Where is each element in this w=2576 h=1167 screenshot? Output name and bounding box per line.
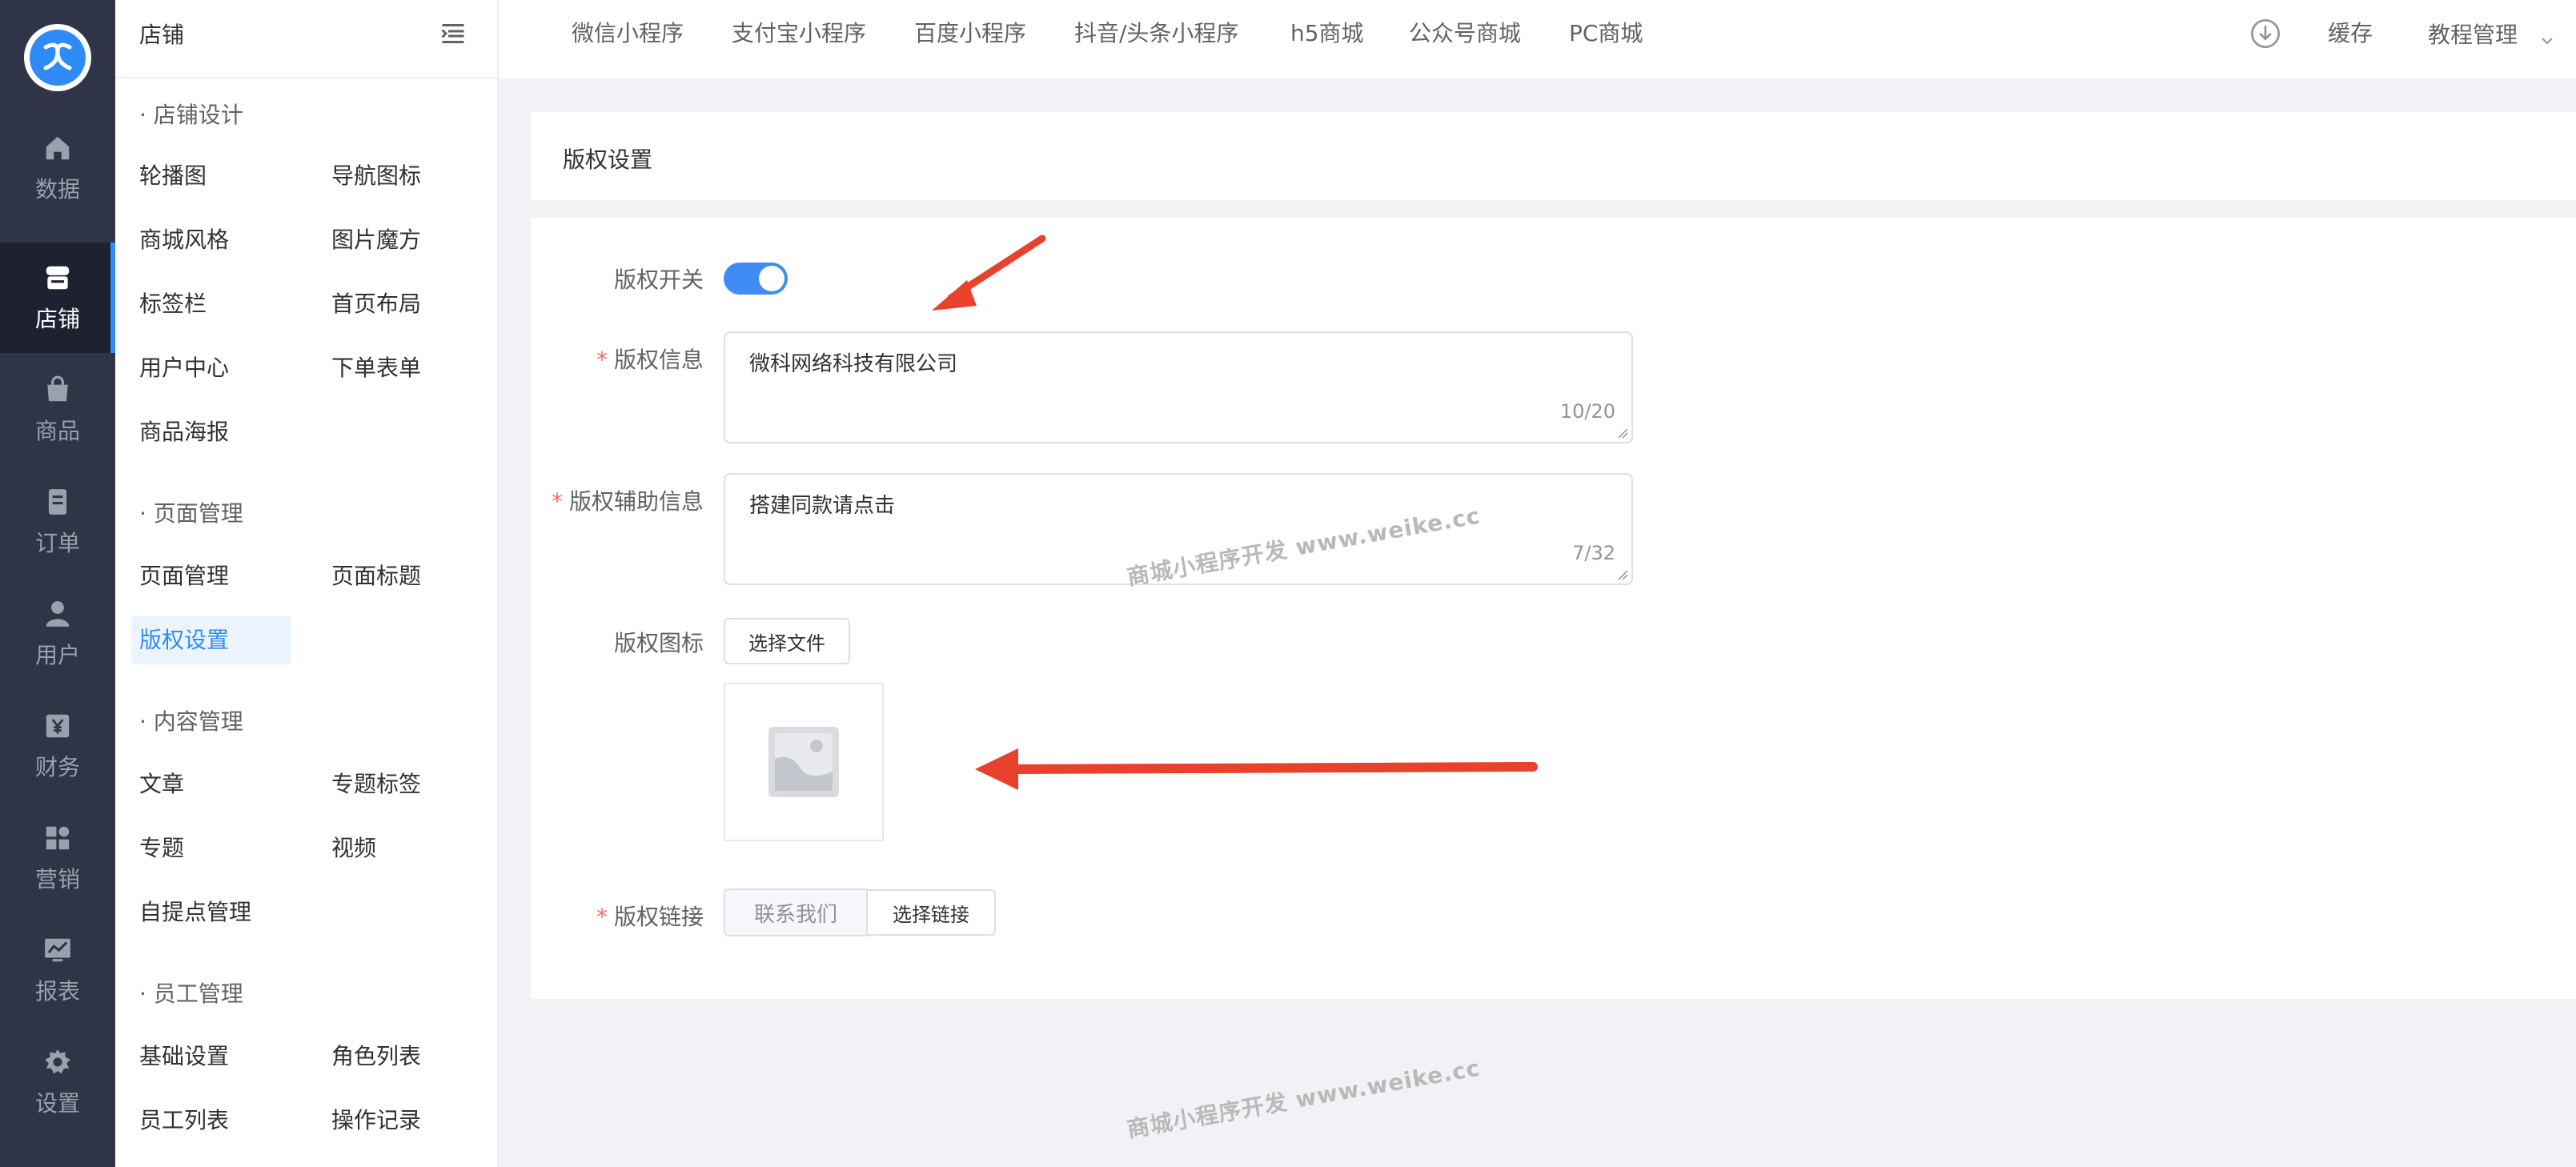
menu-item[interactable]: 用户中心	[131, 344, 229, 392]
yen-icon	[42, 710, 74, 742]
menu-item[interactable]: 文章	[131, 760, 184, 808]
annotation-arrow-icon	[975, 748, 1538, 790]
document-icon	[42, 486, 74, 518]
menu-item-copyright-active[interactable]: 版权设置	[131, 616, 291, 664]
char-count: 10/20	[1559, 400, 1615, 423]
image-placeholder-icon	[768, 727, 839, 797]
resize-handle-icon[interactable]	[1617, 427, 1628, 439]
rail-item-goods[interactable]: 商品	[0, 355, 115, 465]
user-menu[interactable]: 教程管理	[2428, 18, 2555, 50]
rail-label: 设置	[34, 1090, 80, 1117]
rail-label: 数据	[34, 176, 80, 203]
menu-item[interactable]: 轮播图	[131, 152, 207, 200]
rail-label: 用户	[34, 642, 80, 668]
logo-icon	[30, 30, 86, 86]
info-label: * 版权信息	[596, 347, 704, 373]
menu-item[interactable]: 专题标签	[323, 760, 421, 808]
store-icon	[42, 262, 74, 294]
rail-item-store[interactable]: 店铺	[0, 243, 115, 353]
menu-item[interactable]: 专题	[131, 824, 184, 872]
cache-button[interactable]: 缓存	[2328, 16, 2373, 48]
tab-baidu-mini[interactable]: 百度小程序	[914, 16, 1026, 48]
rail-item-users[interactable]: 用户	[0, 579, 115, 689]
menu-item[interactable]: 标签栏	[131, 280, 207, 328]
rail-label: 报表	[34, 978, 80, 1005]
menu-item[interactable]: 自提点管理	[131, 888, 251, 936]
tab-wechat-mini[interactable]: 微信小程序	[572, 16, 684, 48]
switch-label: 版权开关	[613, 267, 704, 293]
rail-label: 营销	[34, 866, 80, 892]
textarea-value: 搭建同款请点击	[749, 494, 896, 518]
menu-item[interactable]: 视频	[323, 824, 376, 872]
user-name: 教程管理	[2428, 22, 2518, 48]
aux-label: * 版权辅助信息	[551, 488, 704, 515]
chevron-down-icon	[2539, 28, 2555, 45]
resize-handle-icon[interactable]	[1617, 569, 1628, 580]
app-logo[interactable]	[24, 24, 91, 91]
rail-item-reports[interactable]: 报表	[0, 915, 115, 1025]
tab-h5-mall[interactable]: h5商城	[1290, 16, 1364, 48]
menu-item[interactable]: 商城风格	[131, 216, 229, 264]
textarea-value: 微科网络科技有限公司	[749, 352, 958, 376]
chart-icon	[42, 934, 74, 966]
rail-item-settings[interactable]: 设置	[0, 1027, 115, 1137]
rail-item-marketing[interactable]: 营销	[0, 803, 115, 913]
menu-item[interactable]: 基础设置	[131, 1033, 229, 1081]
bag-icon	[42, 374, 74, 406]
rail-item-data[interactable]: 数据	[0, 113, 115, 223]
group-title-shop-design: · 店铺设计	[139, 102, 243, 128]
sub-sidebar-header: 店铺	[115, 0, 499, 78]
tab-douyin-mini[interactable]: 抖音/头条小程序	[1074, 16, 1238, 48]
menu-item[interactable]: 操作记录	[323, 1097, 421, 1145]
rail-item-orders[interactable]: 订单	[0, 467, 115, 577]
copyright-link-value: 联系我们	[724, 888, 868, 936]
menu-item[interactable]: 商品海报	[131, 408, 229, 456]
menu-item[interactable]: 角色列表	[323, 1033, 421, 1081]
switch-knob	[759, 266, 784, 291]
sub-sidebar-title: 店铺	[139, 22, 185, 48]
menu-item[interactable]: 页面标题	[323, 552, 421, 600]
rail-label: 订单	[34, 530, 80, 556]
home-icon	[42, 132, 74, 164]
char-count: 7/32	[1572, 542, 1615, 564]
rail-label: 财务	[34, 754, 80, 780]
section-header: 版权设置	[531, 112, 2576, 200]
rail-label: 商品	[34, 418, 80, 444]
download-icon[interactable]	[2249, 18, 2281, 50]
group-title-content-mgmt: · 内容管理	[139, 708, 243, 735]
user-icon	[42, 598, 74, 630]
rail-item-finance[interactable]: 财务	[0, 691, 115, 801]
menu-item[interactable]: 首页布局	[323, 280, 421, 328]
menu-collapse-icon[interactable]	[439, 19, 467, 48]
icon-rail: 数据 店铺 商品 订单 用户 财务 营销 报表 设置	[0, 0, 115, 1167]
top-bar: 微信小程序 支付宝小程序 百度小程序 抖音/头条小程序 h5商城 公众号商城 P…	[499, 0, 2576, 78]
rail-label: 店铺	[34, 306, 80, 332]
watermark: 商城小程序开发 www.weike.cc	[1125, 1054, 1483, 1143]
choose-link-button[interactable]: 选择链接	[866, 889, 996, 936]
grid-icon	[42, 822, 74, 854]
copyright-info-textarea[interactable]: 微科网络科技有限公司 10/20	[724, 331, 1633, 443]
gear-icon	[42, 1046, 74, 1078]
menu-item[interactable]: 下单表单	[323, 344, 421, 392]
menu-item[interactable]: 导航图标	[323, 152, 421, 200]
choose-file-button[interactable]: 选择文件	[724, 618, 850, 664]
annotation-arrow-icon	[932, 235, 1046, 311]
icon-label: 版权图标	[613, 630, 704, 656]
link-label: * 版权链接	[596, 904, 704, 930]
menu-item[interactable]: 员工列表	[131, 1097, 229, 1145]
menu-item[interactable]: 页面管理	[131, 552, 229, 600]
tab-pc-mall[interactable]: PC商城	[1569, 16, 1643, 48]
menu-item[interactable]: 图片魔方	[323, 216, 421, 264]
tab-official-account-mall[interactable]: 公众号商城	[1409, 16, 1521, 48]
icon-preview[interactable]	[724, 683, 884, 841]
tab-alipay-mini[interactable]: 支付宝小程序	[732, 16, 866, 48]
page-title: 版权设置	[563, 146, 653, 173]
group-title-staff-mgmt: · 员工管理	[139, 981, 243, 1007]
sub-sidebar: 店铺 · 店铺设计 轮播图 导航图标 商城风格 图片魔方 标签栏 首页布局 用户…	[115, 0, 499, 1167]
copyright-switch[interactable]	[724, 263, 788, 295]
group-title-page-mgmt: · 页面管理	[139, 500, 243, 527]
